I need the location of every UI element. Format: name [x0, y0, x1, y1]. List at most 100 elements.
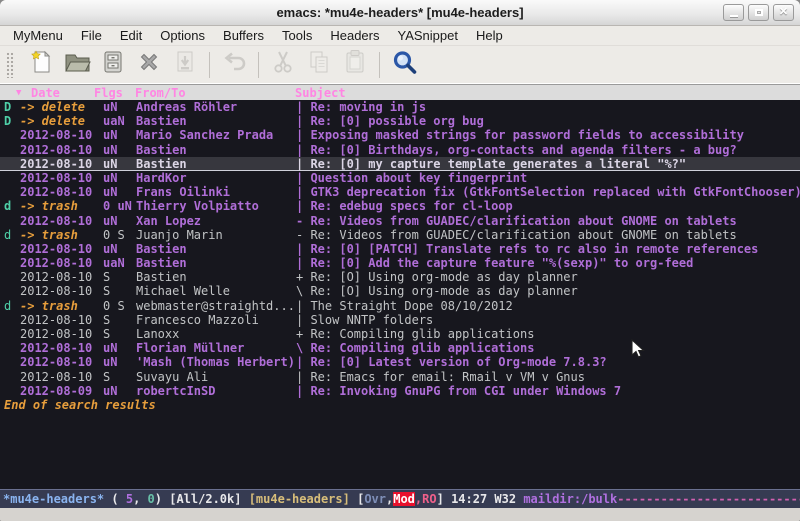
message-row[interactable]: d-> trash0 SJuanjo Marin- Re: Videos fro… [0, 228, 800, 242]
row-subject: - Re: Videos from GUADEC/clarification a… [296, 228, 737, 242]
modeline-filler-dashes: ---------------------------------------- [617, 492, 800, 506]
menu-options[interactable]: Options [151, 28, 214, 43]
maximize-button[interactable] [748, 4, 769, 21]
row-flags: uN [103, 185, 136, 199]
row-flags: uN [103, 214, 136, 228]
row-subject: | Slow NNTP folders [296, 313, 433, 327]
menu-tools[interactable]: Tools [273, 28, 321, 43]
message-row[interactable]: d-> trash0 uNThierry Volpiatto| Re: edeb… [0, 199, 800, 213]
menu-file[interactable]: File [72, 28, 111, 43]
row-subject: | Re: moving in js [296, 100, 426, 114]
close-button[interactable]: ✕ [773, 4, 794, 21]
sort-descending-icon[interactable]: ▼ [16, 88, 21, 98]
save-buffer-button[interactable] [95, 49, 131, 81]
message-row[interactable]: 2012-08-10uN'Mash (Thomas Herbert)| Re: … [0, 355, 800, 369]
mouse-cursor [631, 339, 645, 359]
row-subject: | Re: Emacs for email: Rmail v VM v Gnus [296, 370, 585, 384]
message-row[interactable]: d-> trash0 Swebmaster@straightd...| The … [0, 299, 800, 313]
message-row-current[interactable]: 2012-08-10uNBastien| Re: [0] my capture … [0, 157, 800, 171]
toolbar-grip-handle[interactable] [6, 52, 15, 78]
open-file-button[interactable] [59, 49, 95, 81]
column-header-flags[interactable]: Flgs [94, 86, 123, 100]
message-row[interactable]: 2012-08-10uNBastien| Re: [0] Birthdays, … [0, 143, 800, 157]
modeline-readonly-flag: ,RO [415, 492, 437, 506]
menu-help[interactable]: Help [467, 28, 512, 43]
toolbar-separator [258, 52, 259, 78]
modeline-maildir: maildir:/bulk [523, 492, 617, 506]
row-flags: uN [103, 143, 136, 157]
copy-icon [307, 49, 332, 80]
window-controls: ✕ [723, 4, 794, 21]
row-from: robertcInSD [136, 384, 296, 398]
row-from: Xan Lopez [136, 214, 296, 228]
row-flags: uN [103, 355, 136, 369]
message-row[interactable]: 2012-08-10uNFlorian Müllner\ Re: Compili… [0, 341, 800, 355]
message-row[interactable]: 2012-08-10SSuvayu Ali| Re: Emacs for ema… [0, 370, 800, 384]
row-date: 2012-08-10 [20, 284, 103, 298]
close-buffer-button[interactable] [131, 49, 167, 81]
row-subject: | GTK3 deprecation fix (GtkFontSelection… [296, 185, 800, 199]
row-date: 2012-08-10 [20, 171, 103, 185]
message-row[interactable]: 2012-08-10uNXan Lopez- Re: Videos from G… [0, 214, 800, 228]
row-subject: + Re: Compiling glib applications [296, 327, 534, 341]
paste-icon [343, 49, 367, 80]
row-from: webmaster@straightd... [136, 299, 296, 313]
menu-edit[interactable]: Edit [111, 28, 151, 43]
row-flags: uN [103, 100, 136, 114]
row-date: 2012-08-10 [20, 270, 103, 284]
message-row[interactable]: 2012-08-10uNHardKor| Question about key … [0, 171, 800, 185]
column-header-subject[interactable]: Subject [295, 86, 346, 100]
row-from: Bastien [136, 114, 296, 128]
menu-mymenu[interactable]: MyMenu [4, 28, 72, 43]
row-flags: 0 S [103, 228, 136, 242]
minimize-button[interactable] [723, 4, 744, 21]
row-from: HardKor [136, 171, 296, 185]
message-row[interactable]: 2012-08-10uNMario Sanchez Prada| Exposin… [0, 128, 800, 142]
maximize-icon [755, 9, 763, 16]
message-row[interactable]: 2012-08-10SFrancesco Mazzoli| Slow NNTP … [0, 313, 800, 327]
row-subject: - Re: Videos from GUADEC/clarification a… [296, 214, 737, 228]
row-date: 2012-08-09 [20, 384, 103, 398]
new-file-button[interactable] [23, 49, 59, 81]
save-as-button [167, 49, 203, 81]
row-flags: S [103, 313, 136, 327]
message-row[interactable]: D-> deleteuaNBastien| Re: [0] possible o… [0, 114, 800, 128]
message-row[interactable]: 2012-08-10uaNBastien| Re: [0] Add the ca… [0, 256, 800, 270]
message-row[interactable]: 2012-08-10SBastien+ Re: [O] Using org-mo… [0, 270, 800, 284]
modeline-position-comma: , [133, 492, 147, 506]
cut-button [265, 49, 301, 81]
message-row[interactable]: 2012-08-10uNBastien| Re: [0] [PATCH] Tra… [0, 242, 800, 256]
row-mark: D [4, 100, 20, 114]
echo-area[interactable] [0, 508, 800, 521]
menu-buffers[interactable]: Buffers [214, 28, 273, 43]
row-flags: 0 S [103, 299, 136, 313]
message-row[interactable]: 2012-08-10SLanoxx+ Re: Compiling glib ap… [0, 327, 800, 341]
row-from: Suvayu Ali [136, 370, 296, 384]
headers-buffer[interactable]: D-> deleteuNAndreas Röhler| Re: moving i… [0, 100, 800, 489]
menu-yasnippet[interactable]: YASnippet [388, 28, 466, 43]
message-row[interactable]: 2012-08-10SMichael Welle\ Re: [O] Using … [0, 284, 800, 298]
row-flags: uaN [103, 256, 136, 270]
undo-button [216, 49, 252, 81]
search-button[interactable] [386, 49, 422, 81]
row-from: Bastien [136, 143, 296, 157]
column-header-date[interactable]: Date [31, 86, 60, 100]
menu-headers[interactable]: Headers [321, 28, 388, 43]
row-subject: | Re: [0] [PATCH] Translate refs to rc a… [296, 242, 758, 256]
end-of-results-text: End of search results [0, 398, 800, 412]
message-row[interactable]: D-> deleteuNAndreas Röhler| Re: moving i… [0, 100, 800, 114]
column-header-from[interactable]: From/To [135, 86, 186, 100]
modeline-major-mode: [mu4e-headers] [249, 492, 357, 506]
title-bar[interactable]: emacs: *mu4e-headers* [mu4e-headers] ✕ [0, 0, 800, 26]
row-flags: S [103, 284, 136, 298]
row-subject: | Re: edebug specs for cl-loop [296, 199, 513, 213]
row-action: -> delete [20, 100, 103, 114]
row-date: 2012-08-10 [20, 341, 103, 355]
modeline-modified-flag: Mod [393, 492, 415, 506]
message-row[interactable]: 2012-08-09uNrobertcInSD| Re: Invoking Gn… [0, 384, 800, 398]
row-date: 2012-08-10 [20, 327, 103, 341]
row-action: -> delete [20, 114, 103, 128]
row-date: 2012-08-10 [20, 370, 103, 384]
message-row[interactable]: 2012-08-10uNFrans Oilinki| GTK3 deprecat… [0, 185, 800, 199]
row-from: 'Mash (Thomas Herbert) [136, 355, 296, 369]
